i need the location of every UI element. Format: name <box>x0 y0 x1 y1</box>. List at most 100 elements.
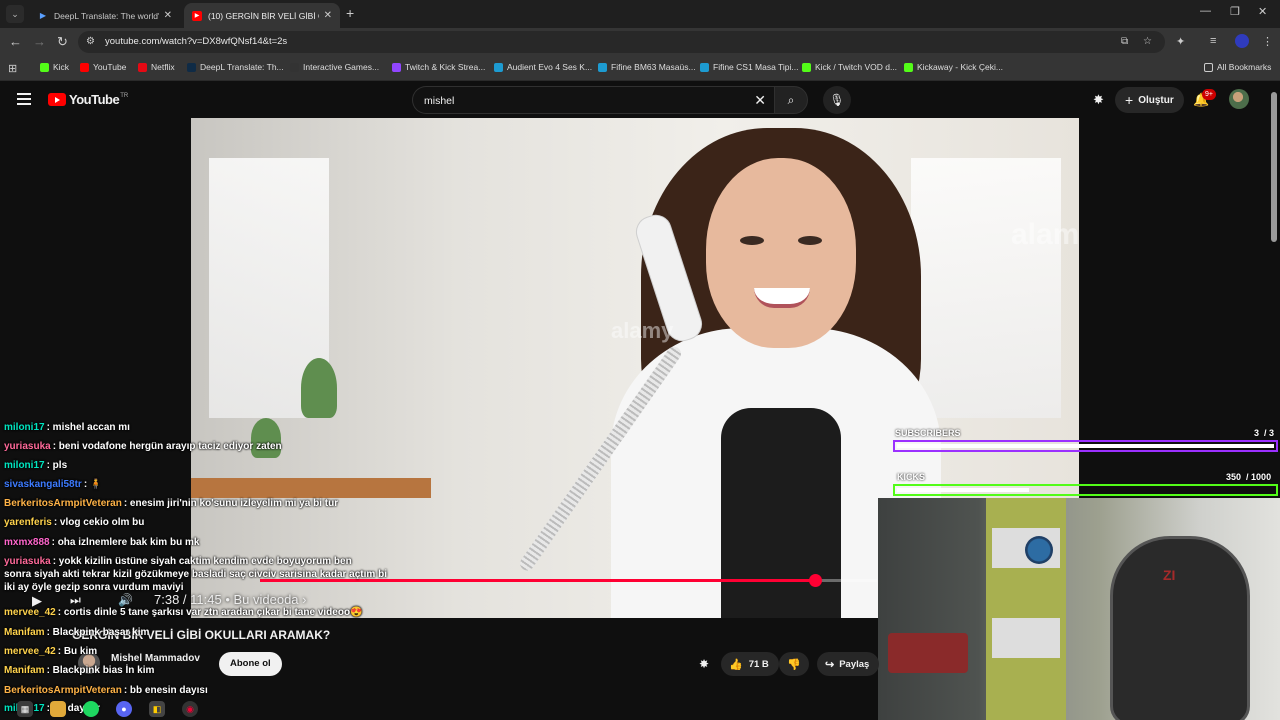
apps-grid-icon[interactable]: ⊞ <box>8 62 17 75</box>
reading-list-icon[interactable]: ≡ <box>1210 35 1216 47</box>
browser-tab-youtube[interactable]: ▶ (10) GERGİN BİR VELİ GİBİ OKUL ✕ <box>184 3 340 28</box>
file-explorer-icon[interactable] <box>50 700 66 717</box>
chat-message: miloni17: mishel accan mı <box>4 421 130 434</box>
bookmark-item[interactable]: Netflix <box>138 62 175 72</box>
account-avatar[interactable] <box>1229 89 1249 109</box>
notification-badge: 9+ <box>1202 89 1216 100</box>
share-label: Paylaş <box>839 658 870 670</box>
tab-search-icon[interactable]: ⌄ <box>6 5 24 23</box>
ask-ai-icon[interactable]: ✸ <box>699 657 709 671</box>
volume-icon[interactable]: 🔊 <box>118 593 133 607</box>
chat-username[interactable]: yuriasuka <box>4 556 51 567</box>
reload-icon[interactable]: ↻ <box>57 34 68 50</box>
kicks-goal-label: KICKS <box>897 472 926 482</box>
chat-message: yarenferis: vlog cekio olm bu <box>4 516 144 529</box>
youtube-logo[interactable]: YouTube TR <box>48 92 128 107</box>
chat-text: : vlog cekio olm bu <box>53 517 145 528</box>
obs-icon[interactable]: ◉ <box>182 700 198 717</box>
chat-username[interactable]: Manifam <box>4 627 45 638</box>
voice-search-icon[interactable]: 🎙 <box>823 86 851 114</box>
red-car-poster <box>888 633 968 673</box>
discord-icon[interactable]: ● <box>116 700 132 717</box>
bookmark-item[interactable]: Interactive Games... <box>290 62 379 72</box>
youtube-wordmark: YouTube <box>69 92 120 107</box>
chat-text: : Blackpink bias İn kim <box>46 665 155 676</box>
bookmark-star-icon[interactable]: ☆ <box>1143 36 1152 47</box>
plus-icon: + <box>1125 92 1134 108</box>
site-info-icon[interactable]: ⚙ <box>86 36 95 47</box>
close-tab-icon[interactable]: ✕ <box>324 10 332 21</box>
youtube-favicon-icon: ▶ <box>192 10 202 21</box>
subscribe-button[interactable]: Abone ol <box>219 652 282 676</box>
bookmark-item[interactable]: DeepL Translate: Th... <box>187 62 284 72</box>
chat-username[interactable]: miloni17 <box>4 422 45 433</box>
bookmark-item[interactable]: Twitch & Kick Strea... <box>392 62 485 72</box>
bookmark-item[interactable]: YouTube <box>80 62 126 72</box>
app-icon[interactable]: ◧ <box>149 700 165 717</box>
chat-message: Manifam: Blackpink basar kim <box>4 626 149 639</box>
channel-name[interactable]: Mishel Mammadov <box>111 653 200 664</box>
close-window-icon[interactable]: ✕ <box>1258 5 1267 18</box>
chat-message: mxmx888: oha izlnemlere bak kim bu mk <box>4 536 199 549</box>
streamer-webcam: ZI <box>878 498 1280 720</box>
time-display[interactable]: 7:38 / 11:45 • Bu videoda › <box>154 592 306 607</box>
browser-tab-deepl[interactable]: ▶ DeepL Translate: The world's m ✕ <box>30 3 180 28</box>
page-scrollbar[interactable] <box>1271 92 1277 242</box>
bookmark-label: Interactive Games... <box>303 62 380 72</box>
taskbar: ▦ ● ◧ ◉ <box>0 697 230 720</box>
browser-toolbar: ← → ↻ ⚙ youtube.com/watch?v=DX8wfQNsf14&… <box>0 28 1280 56</box>
chat-text: : cortis dinle 5 tane şarkısı var ztn ar… <box>57 607 363 618</box>
bookmark-item[interactable]: Kick <box>40 62 69 72</box>
region-code: TR <box>120 92 129 99</box>
bookmark-item[interactable]: Audient Evo 4 Ses K... <box>494 62 592 72</box>
ai-spark-icon[interactable]: ✸ <box>1093 92 1104 108</box>
like-button[interactable]: 👍 71 B <box>721 652 779 676</box>
thumbs-up-icon: 👍 <box>729 658 743 671</box>
chat-username[interactable]: BerkeritosArmpitVeteran <box>4 498 122 509</box>
cast-icon[interactable]: ⧉ <box>1121 36 1128 47</box>
start-icon[interactable]: ▦ <box>17 700 33 717</box>
bookmark-label: Netflix <box>151 62 175 72</box>
forward-icon[interactable]: → <box>33 34 46 49</box>
bookmark-item[interactable]: Fifine CS1 Masa Tipi... <box>700 62 799 72</box>
bookmark-favicon-icon <box>802 62 811 72</box>
bookmark-item[interactable]: Kick / Twitch VOD d... <box>802 62 897 72</box>
kicks-goal-bar <box>893 484 1278 496</box>
address-bar[interactable]: ⚙ youtube.com/watch?v=DX8wfQNsf14&t=2s ⧉… <box>78 31 1165 53</box>
chat-username[interactable]: sivaskangali58tr <box>4 479 82 490</box>
spotify-icon[interactable] <box>83 700 99 717</box>
restore-icon[interactable]: ❐ <box>1230 5 1240 18</box>
chat-username[interactable]: BerkeritosArmpitVeteran <box>4 685 122 696</box>
bookmark-item[interactable]: Fifine BM63 Masaüs... <box>598 62 696 72</box>
share-button[interactable]: ↪ Paylaş <box>817 652 880 676</box>
profile-icon[interactable] <box>1235 34 1249 48</box>
chat-message: BerkeritosArmpitVeteran: enesim jiri'nin… <box>4 497 338 510</box>
close-tab-icon[interactable]: ✕ <box>164 10 172 21</box>
search-button[interactable]: ⌕ <box>774 86 808 114</box>
hamburger-menu-icon[interactable] <box>17 93 31 108</box>
search-input[interactable]: mishel <box>424 95 454 107</box>
menu-dots-icon[interactable]: ⋮ <box>1262 35 1273 48</box>
chat-message: sivaskangali58tr: 🧍 <box>4 478 102 491</box>
chat-username[interactable]: yuriasuka <box>4 441 51 452</box>
chat-username[interactable]: mervee_42 <box>4 646 56 657</box>
new-tab-icon[interactable]: + <box>346 5 354 21</box>
dislike-button[interactable]: 👎 <box>779 652 809 676</box>
search-box[interactable]: mishel ✕ <box>412 86 774 114</box>
minimize-icon[interactable]: — <box>1200 5 1211 17</box>
clear-search-icon[interactable]: ✕ <box>754 92 766 109</box>
bookmark-label: Audient Evo 4 Ses K... <box>507 62 593 72</box>
bookmark-item[interactable]: Kickaway - Kick Çeki... <box>904 62 1003 72</box>
all-bookmarks[interactable]: All Bookmarks <box>1204 62 1271 72</box>
back-icon[interactable]: ← <box>9 34 22 49</box>
chat-username[interactable]: yarenferis <box>4 517 52 528</box>
url-text[interactable]: youtube.com/watch?v=DX8wfQNsf14&t=2s <box>105 36 287 47</box>
chat-username[interactable]: miloni17 <box>4 460 45 471</box>
chat-username[interactable]: mxmx888 <box>4 537 50 548</box>
chat-username[interactable]: mervee_42 <box>4 607 56 618</box>
create-button[interactable]: + Oluştur <box>1115 87 1184 113</box>
gaming-chair-image: ZI <box>1110 536 1250 720</box>
chat-username[interactable]: Manifam <box>4 665 45 676</box>
background-desk <box>191 478 431 498</box>
extensions-icon[interactable]: ✦ <box>1176 35 1185 48</box>
